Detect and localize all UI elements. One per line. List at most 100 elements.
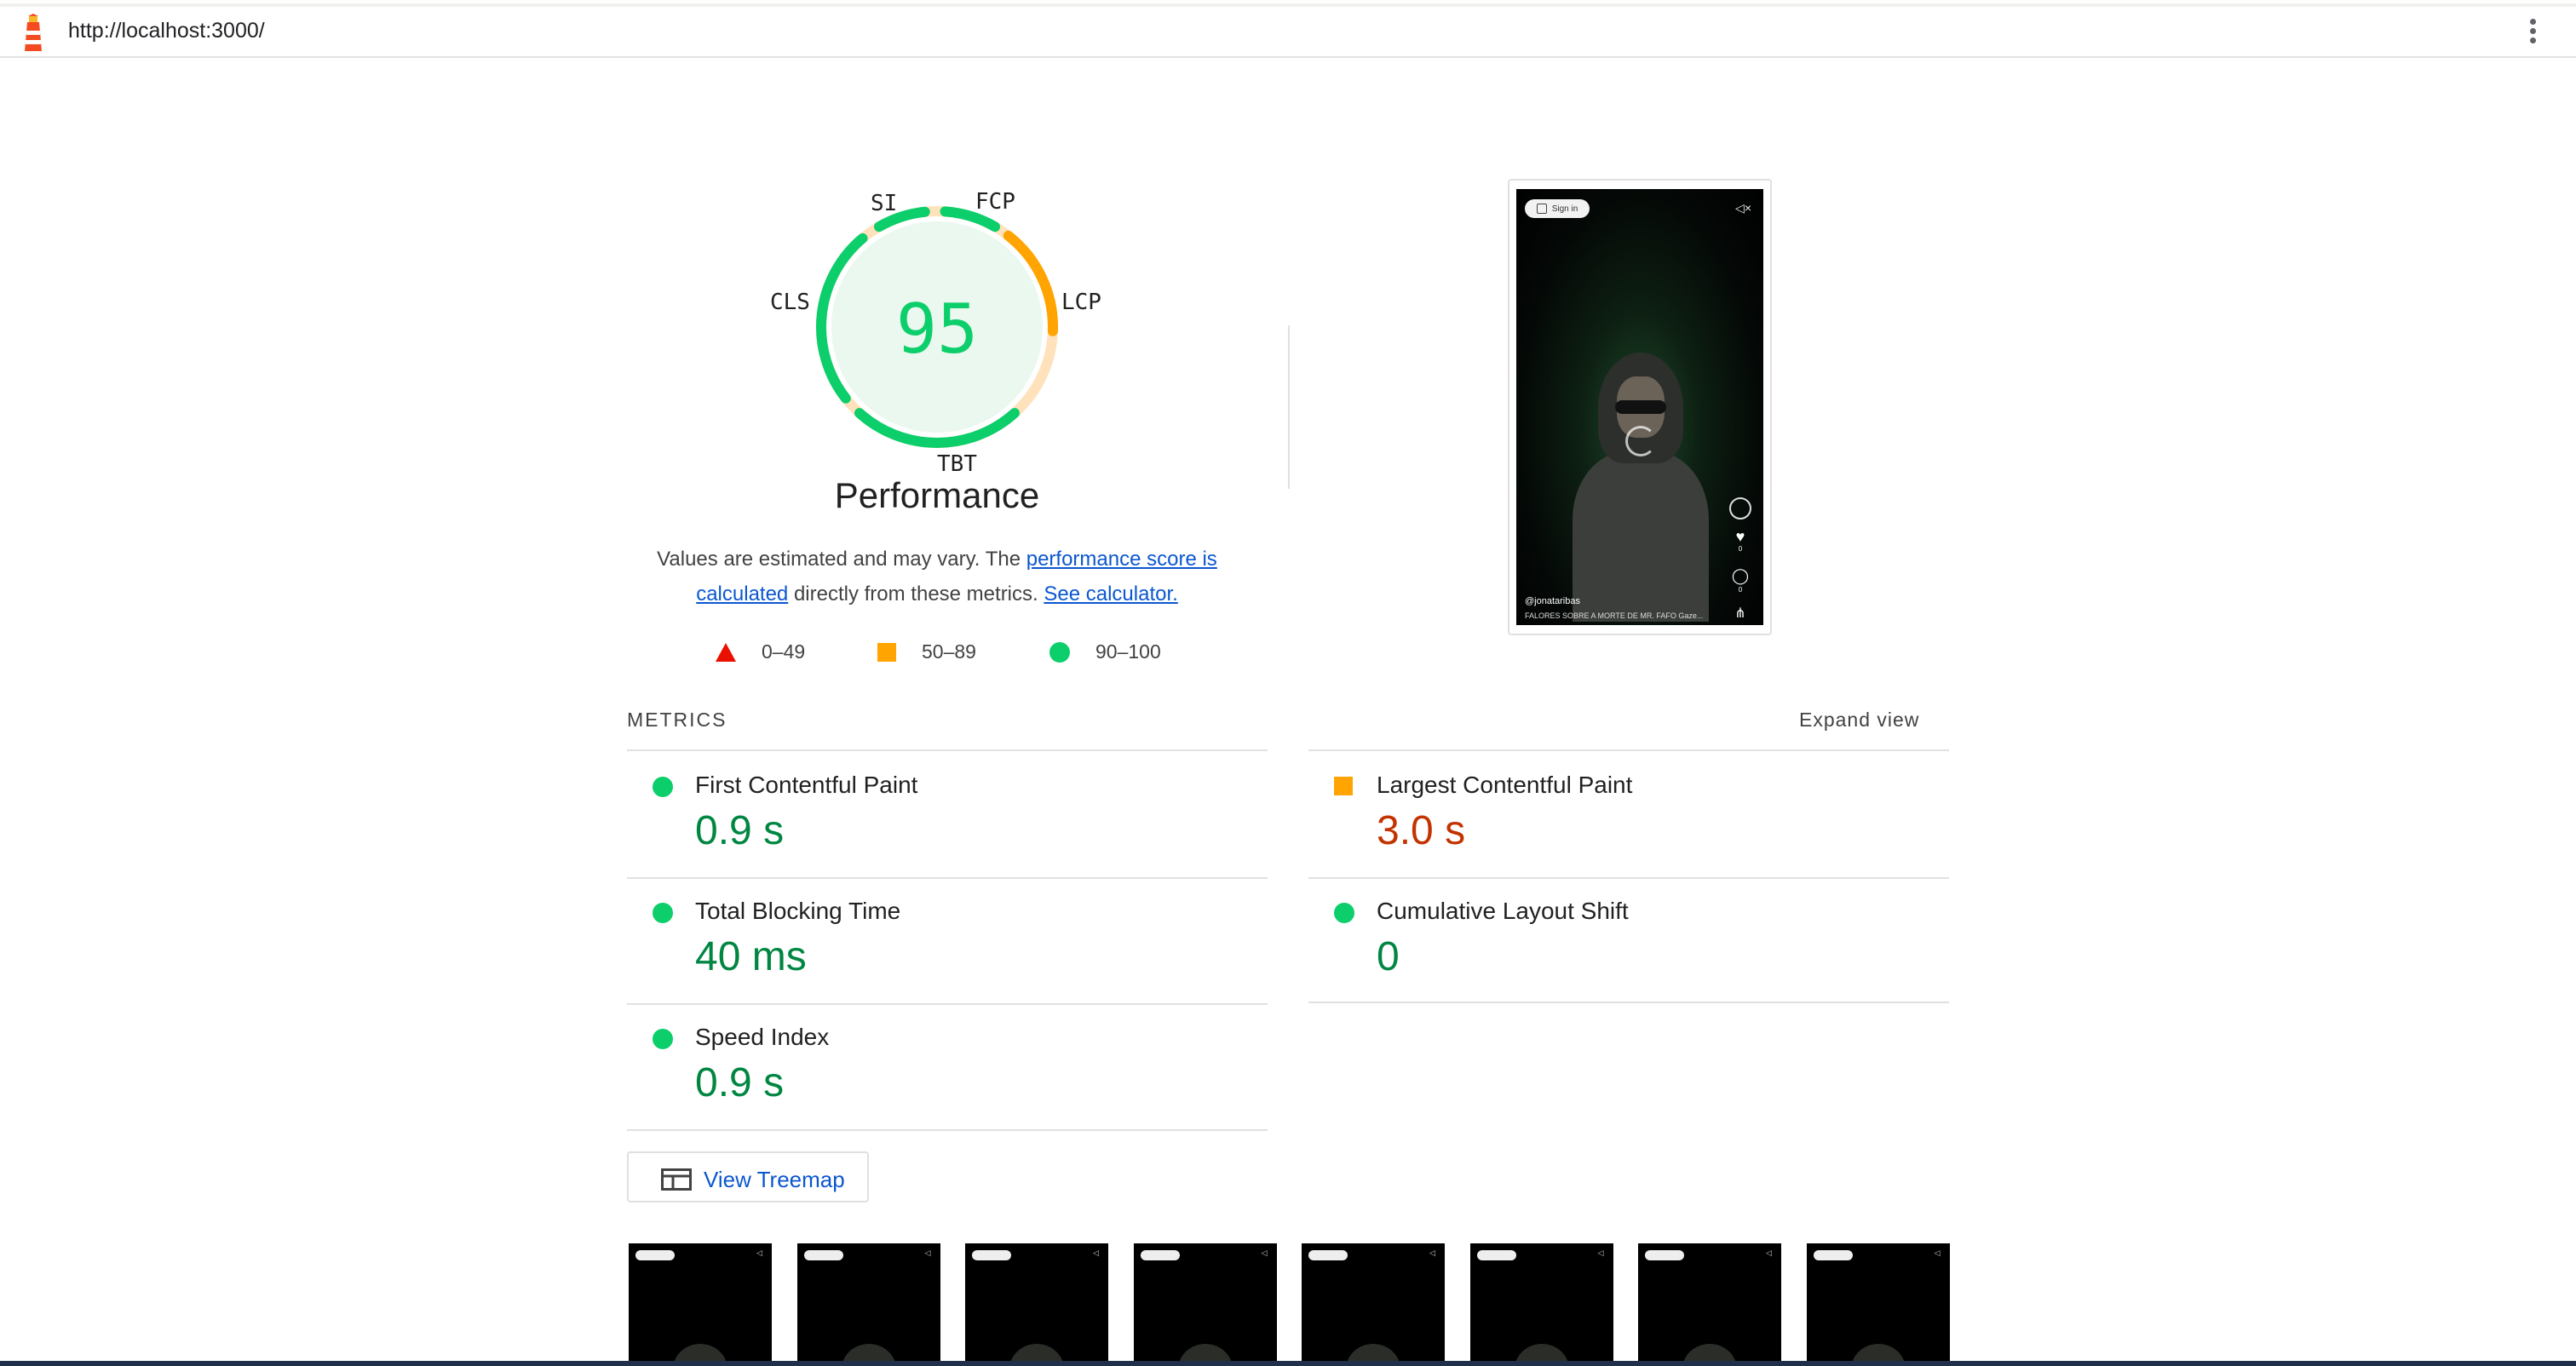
- view-treemap-label: View Treemap: [704, 1167, 845, 1192]
- legend-label-poor: 0–49: [762, 640, 806, 663]
- mute-icon: ◁: [924, 1248, 931, 1257]
- mute-icon: ◁: [1429, 1248, 1435, 1257]
- pass-circle-icon: [653, 1029, 673, 1049]
- loading-spinner-icon: [1625, 426, 1656, 456]
- description-middle: directly from these metrics.: [788, 583, 1044, 606]
- gauge-label-fcp: FCP: [975, 189, 1015, 215]
- metrics-header: METRICS: [627, 709, 727, 731]
- legend-label-average: 50–89: [922, 640, 976, 663]
- metric-name: Speed Index: [695, 1024, 830, 1050]
- legend-item-average: 50–89: [877, 640, 976, 663]
- metric-fcp: First Contentful Paint 0.9 s: [627, 751, 1268, 875]
- legend-label-good: 90–100: [1095, 640, 1161, 663]
- topbar-accent-line: [0, 3, 2576, 7]
- screenshot-person: [1573, 342, 1709, 622]
- filmstrip-frame: ◁: [1133, 1243, 1277, 1361]
- metric-tbt: Total Blocking Time 40 ms: [627, 877, 1268, 1002]
- filmstrip-frame: ◁: [965, 1243, 1108, 1361]
- report-topbar: http://localhost:3000/: [0, 3, 2576, 58]
- vertical-divider: [1288, 325, 1290, 489]
- square-icon: [877, 642, 896, 662]
- lighthouse-report: http://localhost:3000/ 95 SI FCP LCP TBT…: [0, 0, 2576, 1366]
- pass-circle-icon: [1334, 903, 1354, 923]
- legend-item-good: 90–100: [1049, 640, 1161, 663]
- comment-icon: ◯: [1731, 567, 1750, 584]
- screenshot-image: Sign in ◁× ♥ 0 ◯ 0 ⋔ @jonataribas FALORE…: [1516, 189, 1763, 625]
- more-options-icon[interactable]: [2527, 19, 2539, 48]
- frame-signin-pill: [972, 1250, 1011, 1260]
- frame-person: [673, 1344, 727, 1361]
- legend-item-poor: 0–49: [716, 640, 805, 663]
- pass-circle-icon: [653, 903, 673, 923]
- see-calculator-link[interactable]: See calculator.: [1044, 583, 1177, 606]
- mute-icon: ◁: [1093, 1248, 1099, 1257]
- like-count: 0: [1738, 545, 1743, 553]
- frame-person: [841, 1344, 896, 1361]
- heart-icon: ♥: [1735, 528, 1745, 545]
- metric-cls: Cumulative Layout Shift 0: [1308, 877, 1949, 1002]
- screenshot-author: @jonataribas: [1525, 596, 1580, 606]
- frame-person: [1009, 1344, 1064, 1361]
- metric-value: 40 ms: [695, 934, 807, 979]
- treemap-icon: [661, 1168, 692, 1191]
- screenshot-signin-label: Sign in: [1551, 204, 1578, 214]
- metric-si: Speed Index 0.9 s: [627, 1003, 1268, 1128]
- filmstrip-frame: ◁: [796, 1243, 940, 1361]
- frame-signin-pill: [635, 1250, 675, 1260]
- average-square-icon: [1334, 777, 1353, 795]
- metrics-divider: [627, 1129, 1268, 1131]
- gauge-label-lcp: LCP: [1061, 290, 1101, 315]
- score-description: Values are estimated and may vary. The p…: [630, 542, 1244, 611]
- filmstrip-frame: ◁: [629, 1243, 772, 1361]
- mute-icon: ◁: [1766, 1248, 1772, 1257]
- filmstrip-frame: ◁: [1302, 1243, 1445, 1361]
- mute-icon: ◁: [1261, 1248, 1268, 1257]
- metric-name: Cumulative Layout Shift: [1377, 898, 1629, 924]
- share-icon: ⋔: [1734, 606, 1746, 621]
- frame-signin-pill: [1813, 1250, 1853, 1260]
- comment-count: 0: [1738, 586, 1743, 594]
- filmstrip-frame: ◁: [1469, 1243, 1613, 1361]
- frame-person: [1346, 1344, 1400, 1361]
- description-prefix: Values are estimated and may vary. The: [657, 548, 1026, 571]
- metric-value: 3.0 s: [1377, 808, 1466, 853]
- metric-value: 0.9 s: [695, 808, 785, 853]
- view-treemap-button[interactable]: View Treemap: [627, 1151, 869, 1202]
- mute-icon: ◁: [756, 1248, 762, 1257]
- frame-signin-pill: [1476, 1250, 1516, 1260]
- metric-value: 0: [1377, 934, 1400, 979]
- circle-icon: [1049, 641, 1070, 663]
- metric-value: 0.9 s: [695, 1060, 785, 1105]
- final-screenshot[interactable]: Sign in ◁× ♥ 0 ◯ 0 ⋔ @jonataribas FALORE…: [1508, 179, 1772, 635]
- frame-person: [1177, 1344, 1233, 1361]
- avatar-icon: [1728, 497, 1753, 524]
- filmstrip-frame: ◁: [1806, 1243, 1950, 1361]
- metrics-divider: [1308, 1002, 1949, 1003]
- frame-signin-pill: [1645, 1250, 1684, 1260]
- metric-name: Largest Contentful Paint: [1377, 772, 1633, 798]
- mute-icon: ◁×: [1735, 201, 1751, 215]
- expand-view-toggle[interactable]: Expand view: [1799, 709, 1919, 732]
- gauge-label-si: SI: [871, 191, 898, 216]
- gauge-label-tbt: TBT: [937, 451, 977, 477]
- filmstrip-frame: ◁: [1638, 1243, 1781, 1361]
- frame-person: [1514, 1344, 1569, 1361]
- metric-lcp: Largest Contentful Paint 3.0 s: [1308, 751, 1949, 875]
- frame-person: [1682, 1344, 1737, 1361]
- mute-icon: ◁: [1934, 1248, 1941, 1257]
- gauge-label-cls: CLS: [770, 290, 810, 315]
- frame-person: [1850, 1344, 1906, 1361]
- frame-signin-pill: [1140, 1250, 1180, 1260]
- frame-signin-pill: [1308, 1250, 1348, 1260]
- screenshot-caption: FALORES SOBRE A MORTE DE MR. FAFO Gaze..…: [1525, 611, 1704, 620]
- lighthouse-logo-icon: [25, 14, 42, 51]
- score-legend: 0–49 50–89 90–100: [0, 640, 2576, 671]
- page-url[interactable]: http://localhost:3000/: [68, 19, 265, 43]
- performance-title: Performance: [834, 475, 1040, 515]
- triangle-icon: [716, 642, 736, 662]
- pass-circle-icon: [653, 777, 673, 797]
- screenshot-signin-pill: Sign in: [1525, 199, 1590, 218]
- mute-icon: ◁: [1597, 1248, 1604, 1257]
- metric-name: Total Blocking Time: [695, 898, 901, 924]
- metric-name: First Contentful Paint: [695, 772, 918, 798]
